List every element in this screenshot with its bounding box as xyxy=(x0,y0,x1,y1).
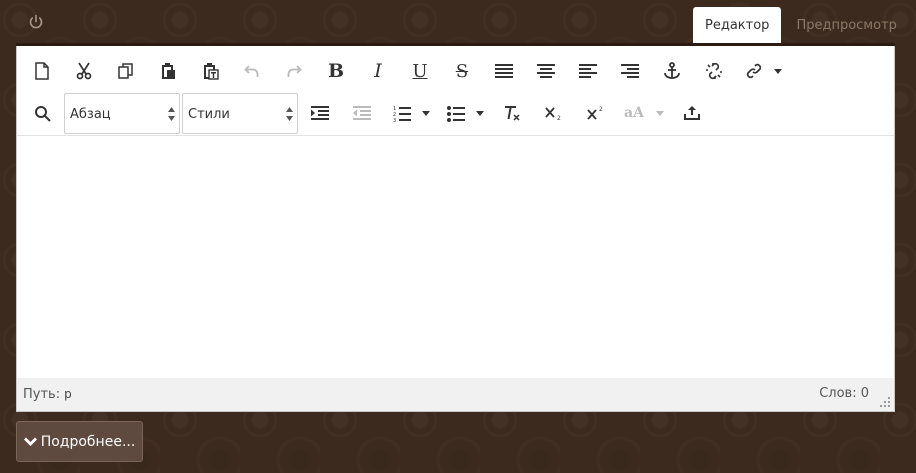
bold-icon[interactable]: B xyxy=(321,56,351,86)
new-document-icon[interactable] xyxy=(27,56,57,86)
tab-preview[interactable]: Предпросмотр xyxy=(781,7,908,44)
link-icon[interactable] xyxy=(739,56,769,86)
align-center-icon[interactable] xyxy=(531,56,561,86)
toolbar-row-1: B I U S xyxy=(17,49,894,93)
word-count: Слов: 0 xyxy=(819,386,869,401)
path-value[interactable]: p xyxy=(64,387,72,401)
undo-icon[interactable] xyxy=(237,56,267,86)
svg-text:2: 2 xyxy=(599,106,603,113)
anchor-icon[interactable] xyxy=(657,56,687,86)
insert-upload-icon[interactable] xyxy=(677,98,707,128)
chevron-down-icon xyxy=(23,437,37,446)
paste-text-icon[interactable] xyxy=(195,56,225,86)
superscript-icon[interactable]: 2 xyxy=(581,98,611,128)
format-select[interactable]: Абзац xyxy=(64,93,180,134)
editor-toolbar: B I U S Абзац Стили 1 2 3 2 2 aA xyxy=(17,46,894,136)
toolbar-row-2: Абзац Стили 123 2 2 aA xyxy=(17,91,894,135)
align-right-icon[interactable] xyxy=(615,56,645,86)
subscript-icon[interactable]: 2 xyxy=(539,98,569,128)
bullet-list-caret-icon[interactable] xyxy=(473,98,487,128)
resize-handle-icon[interactable] xyxy=(880,397,891,408)
font-size-icon[interactable]: aA xyxy=(619,98,649,128)
paste-icon[interactable] xyxy=(153,56,183,86)
tab-editor[interactable]: Редактор xyxy=(693,7,782,44)
cut-icon[interactable] xyxy=(69,56,99,86)
editor-statusbar: Путь: p Слов: 0 xyxy=(17,378,894,411)
select-arrows-icon xyxy=(286,107,293,121)
bullet-list-icon[interactable] xyxy=(441,98,471,128)
rich-text-editor: B I U S Абзац Стили 1 2 3 2 2 aA Путь: p… xyxy=(16,43,895,412)
path-label: Путь: xyxy=(23,387,61,402)
more-details-button[interactable]: Подробнее... xyxy=(16,421,143,462)
more-details-label: Подробнее... xyxy=(40,433,136,450)
svg-text:3: 3 xyxy=(393,118,396,122)
italic-icon[interactable]: I xyxy=(363,56,393,86)
editor-content-area[interactable] xyxy=(17,136,894,379)
format-select-value: Абзац xyxy=(70,107,111,122)
outdent-icon[interactable] xyxy=(347,98,377,128)
numbered-list-icon[interactable]: 123 xyxy=(387,98,417,128)
indent-icon[interactable] xyxy=(305,98,335,128)
font-size-caret-icon[interactable] xyxy=(653,98,667,128)
unlink-icon[interactable] xyxy=(699,56,729,86)
redo-icon[interactable] xyxy=(279,56,309,86)
styles-select[interactable]: Стили xyxy=(182,93,298,134)
strikethrough-icon[interactable]: S xyxy=(447,56,477,86)
align-justify-icon[interactable] xyxy=(489,56,519,86)
numbered-list-caret-icon[interactable] xyxy=(419,98,433,128)
search-icon[interactable] xyxy=(27,98,57,128)
select-arrows-icon xyxy=(168,107,175,121)
svg-text:2: 2 xyxy=(557,115,561,121)
align-left-icon[interactable] xyxy=(573,56,603,86)
editor-tabs: Редактор Предпросмотр xyxy=(693,7,909,44)
element-path: Путь: p xyxy=(23,387,72,402)
underline-icon[interactable]: U xyxy=(405,56,435,86)
copy-icon[interactable] xyxy=(111,56,141,86)
link-options-caret-icon[interactable] xyxy=(771,56,785,86)
clear-formatting-icon[interactable] xyxy=(497,98,527,128)
power-icon[interactable] xyxy=(25,11,47,33)
styles-select-value: Стили xyxy=(188,107,230,122)
